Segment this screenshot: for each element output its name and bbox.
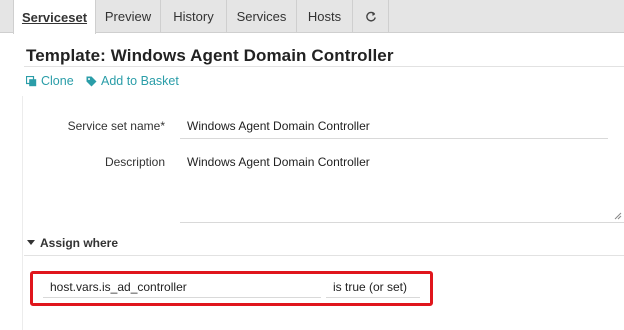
add-to-basket-label: Add to Basket <box>101 74 179 88</box>
assign-property-input[interactable]: host.vars.is_ad_controller <box>43 278 321 298</box>
refresh-icon <box>365 11 376 21</box>
tab-bar: Serviceset Preview History Services Host… <box>0 0 624 34</box>
tab-history[interactable]: History <box>161 0 227 33</box>
add-to-basket-link[interactable]: Add to Basket <box>86 74 179 88</box>
assign-where-toggle[interactable]: Assign where <box>27 236 118 250</box>
tag-icon <box>86 76 97 86</box>
service-set-name-input[interactable]: Windows Agent Domain Controller <box>180 117 608 139</box>
resize-grip-icon[interactable] <box>614 212 622 220</box>
tab-preview[interactable]: Preview <box>96 0 161 33</box>
assign-operator-select[interactable]: is true (or set) <box>326 278 420 298</box>
description-text: Windows Agent Domain Controller <box>187 155 370 169</box>
tab-serviceset[interactable]: Serviceset <box>13 0 96 34</box>
assign-where-divider <box>24 255 624 256</box>
page-title: Template: Windows Agent Domain Controlle… <box>26 46 394 65</box>
content-edge <box>22 96 23 330</box>
clone-link[interactable]: Clone <box>26 74 74 88</box>
tab-services[interactable]: Services <box>227 0 297 33</box>
clone-icon <box>26 75 37 86</box>
service-set-name-label: Service set name* <box>67 119 165 133</box>
clone-label: Clone <box>41 74 74 88</box>
refresh-button[interactable] <box>353 0 389 33</box>
title-divider <box>24 66 624 67</box>
caret-down-icon <box>27 240 35 245</box>
description-label: Description <box>104 155 165 169</box>
assign-where-heading: Assign where <box>40 236 119 250</box>
description-textarea[interactable]: Windows Agent Domain Controller <box>180 146 624 223</box>
tab-hosts[interactable]: Hosts <box>297 0 353 33</box>
